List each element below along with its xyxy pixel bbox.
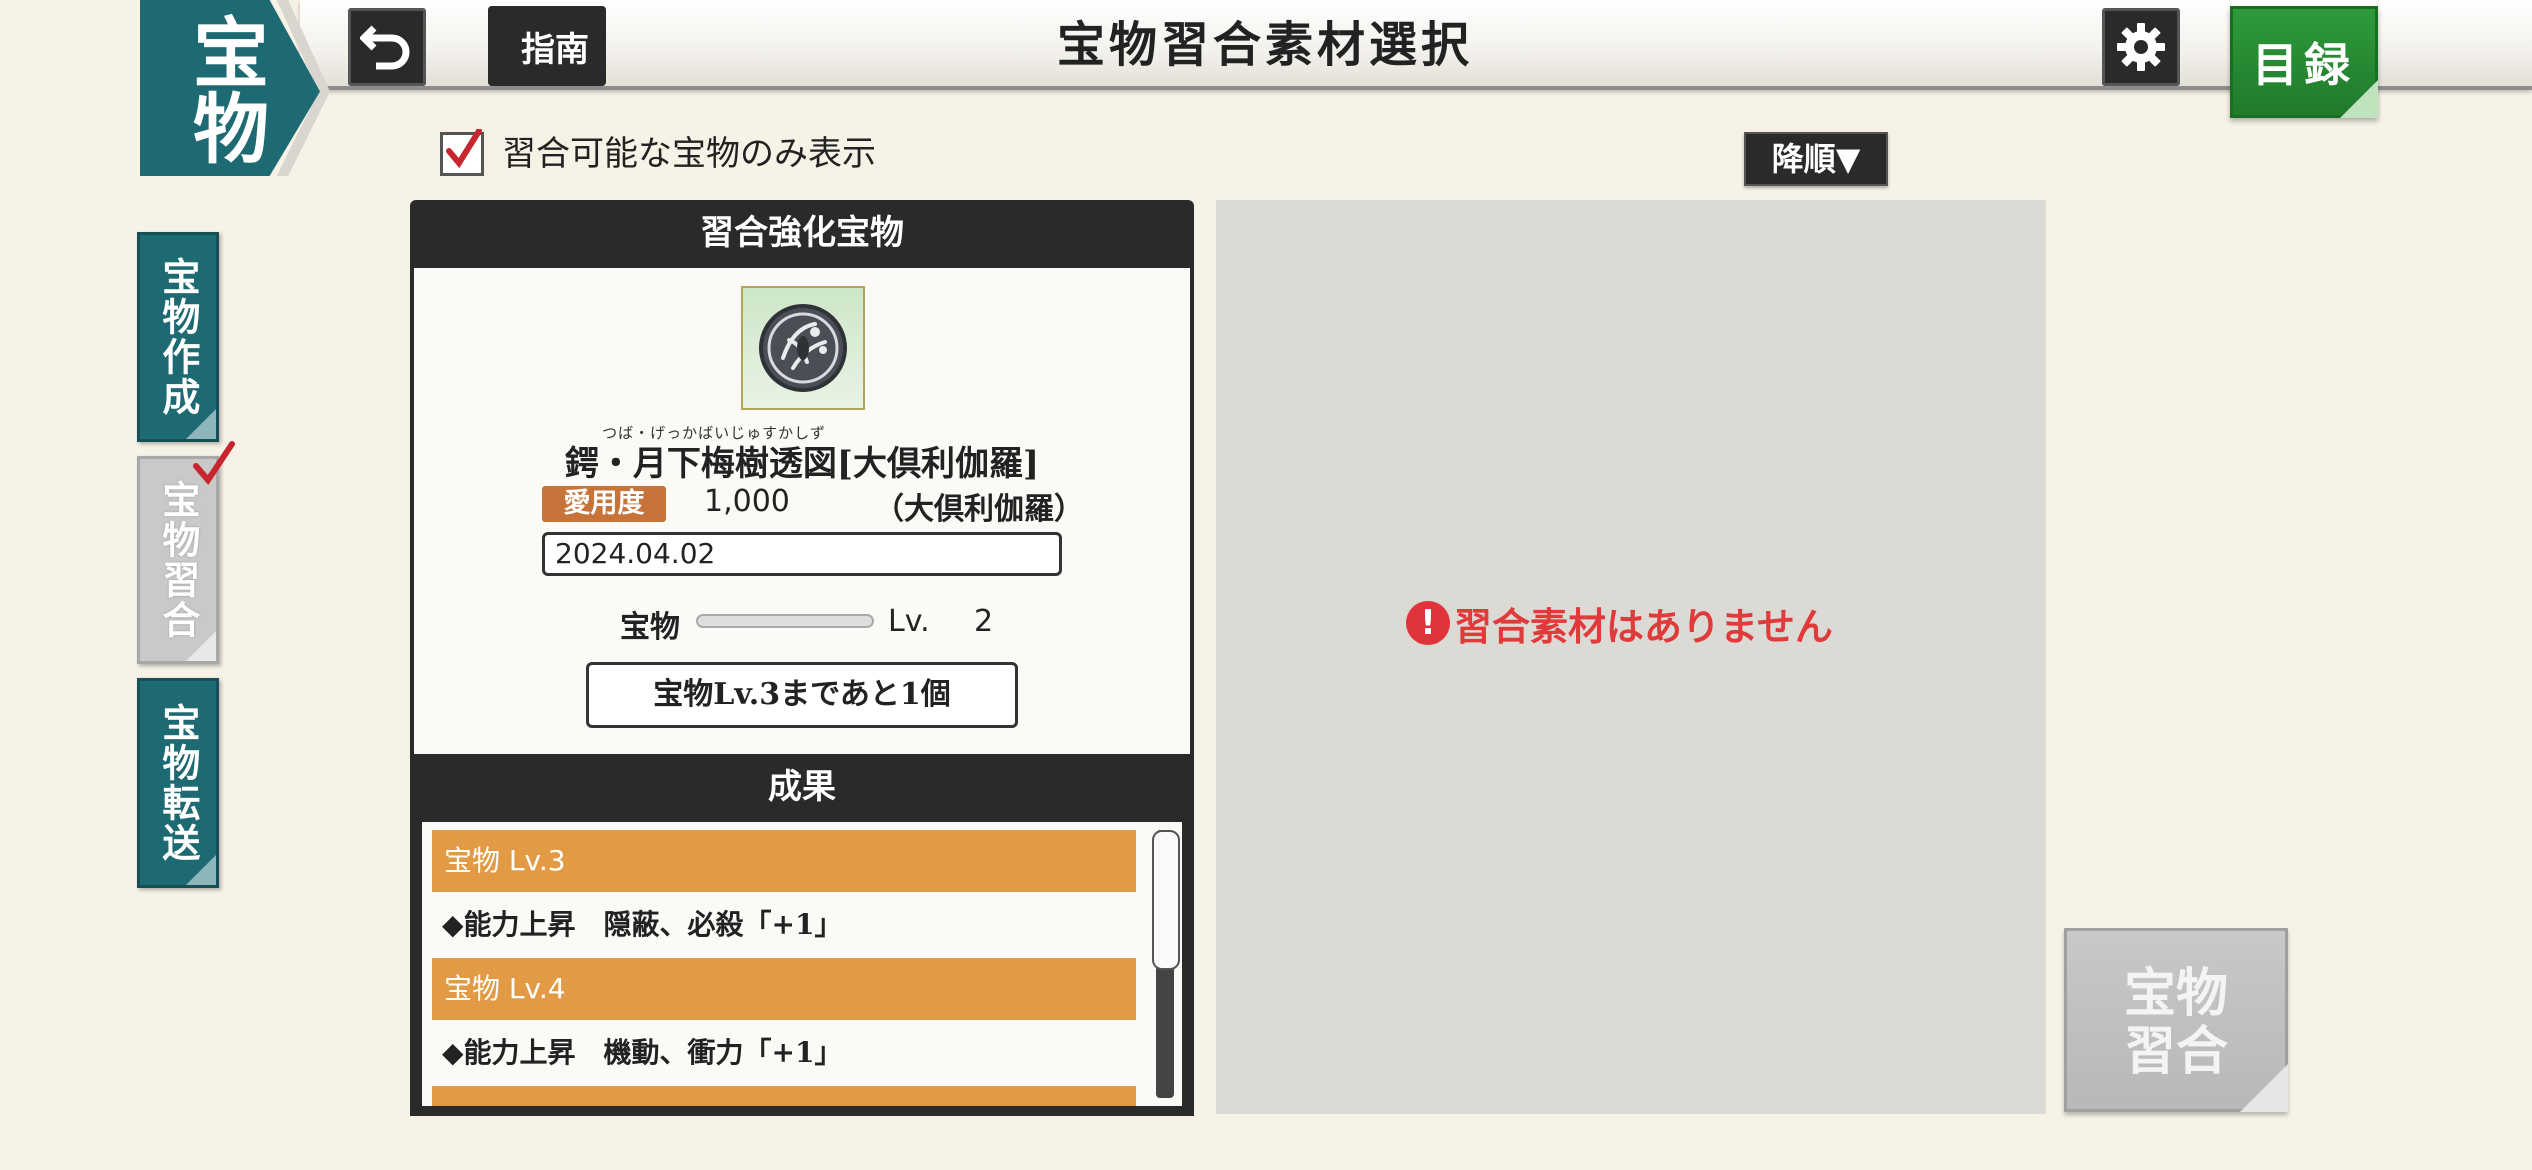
category-emblem-label: 宝物	[180, 13, 269, 165]
result-level-row: 宝物 Lv.4	[432, 958, 1136, 1020]
level-prefix: Lv.	[888, 604, 930, 639]
material-list-area: ! 習合素材はありません	[1216, 200, 2046, 1114]
owner-name: （大倶利伽羅）	[874, 492, 1084, 527]
fuse-button-line2: 習合	[2123, 1021, 2228, 1082]
result-level-row: 宝物 Lv.3	[432, 830, 1136, 892]
target-heading: 習合強化宝物	[700, 213, 904, 253]
tsuba-icon	[759, 304, 847, 392]
level-label: 宝物	[620, 610, 680, 645]
affection-value: 1,000	[704, 484, 790, 519]
fuse-button-line1: 宝物	[2123, 963, 2228, 1024]
warning-icon: !	[1406, 601, 1450, 645]
target-detail: つば・げっかばいじゅすかしず 鍔・月下梅樹透図[大倶利伽羅] 愛用度 1,000…	[414, 268, 1190, 754]
empty-material-text: 習合素材はありません	[1454, 603, 1833, 649]
tab-label: 宝物習合	[155, 480, 201, 640]
fusion-target-panel: 習合強化宝物 つば・げっかばいじゅすかしず 鍔・月下梅樹透図[大倶利伽羅] 愛用…	[410, 200, 1194, 1116]
level-progress-bar	[696, 614, 874, 628]
back-button[interactable]	[348, 8, 426, 86]
selected-check-icon	[193, 441, 235, 485]
treasure-name: 鍔・月下梅樹透図[大倶利伽羅]	[564, 444, 1040, 484]
page-title: 宝物習合素材選択	[1056, 17, 1473, 73]
remaining-to-next-level: 宝物Lv.3まであと1個	[586, 662, 1018, 728]
results-scrollbar-thumb[interactable]	[1152, 830, 1180, 970]
empty-material-message: ! 習合素材はありません	[1406, 598, 1833, 649]
sort-order-button[interactable]: 降順▼	[1744, 132, 1888, 186]
fusible-only-label[interactable]: 習合可能な宝物のみ表示	[502, 132, 876, 176]
guide-button[interactable]: 指南	[488, 6, 606, 86]
fuse-button[interactable]: 宝物 習合	[2064, 928, 2288, 1112]
level-value: 2	[974, 604, 994, 639]
result-desc-row: ◆能力上昇 隠蔽、必殺「+1」	[442, 908, 843, 941]
fusible-only-checkbox[interactable]	[440, 129, 484, 176]
results-list[interactable]: 宝物 Lv.3 ◆能力上昇 隠蔽、必殺「+1」 宝物 Lv.4 ◆能力上昇 機動…	[422, 822, 1182, 1106]
result-level-row-partial	[432, 1086, 1136, 1106]
acquired-date: 2024.04.02	[542, 532, 1062, 576]
tab-label: 宝物作成	[155, 257, 201, 417]
tab-treasure-transfer[interactable]: 宝物転送	[137, 678, 219, 888]
tab-label: 宝物転送	[155, 703, 201, 863]
catalog-button[interactable]: 目録	[2230, 6, 2378, 118]
treasure-thumbnail[interactable]	[741, 286, 865, 410]
settings-button[interactable]	[2102, 8, 2180, 86]
back-arrow-icon	[360, 25, 410, 70]
results-heading: 成果	[768, 767, 836, 807]
result-desc-row: ◆能力上昇 機動、衝力「+1」	[442, 1036, 843, 1069]
tab-treasure-create[interactable]: 宝物作成	[137, 232, 219, 442]
affection-badge: 愛用度	[542, 486, 666, 522]
gear-icon	[2117, 23, 2165, 71]
checkmark-icon	[446, 129, 482, 169]
